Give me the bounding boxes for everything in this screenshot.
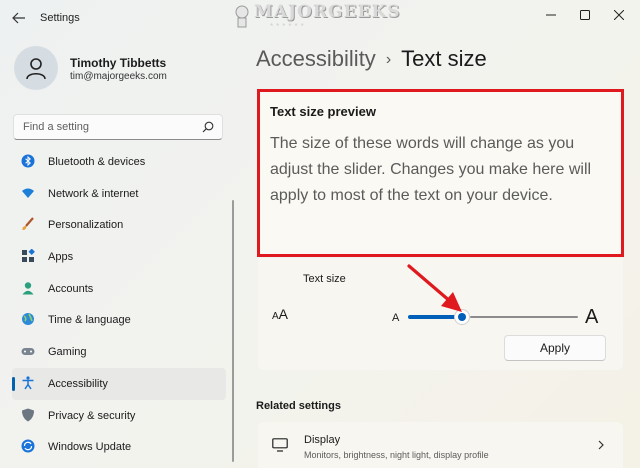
brush-icon (22, 217, 34, 231)
breadcrumb: Accessibility › Text size (256, 46, 487, 72)
sidebar-item-label: Accounts (48, 282, 94, 295)
back-arrow-icon[interactable] (12, 11, 26, 25)
majorgeeks-logo-icon (235, 5, 249, 28)
sidebar-item-label: Personalization (48, 219, 124, 232)
page-title: Text size (401, 46, 487, 71)
text-size-icon-large-a: A (278, 306, 289, 322)
sidebar-item-label: Gaming (48, 346, 87, 359)
sidebar-item-label: Network & internet (48, 187, 139, 200)
slider-track-rest (470, 316, 578, 318)
red-arrow-annotation (407, 264, 462, 312)
sidebar-item-label: Windows Update (48, 441, 132, 454)
wifi-icon (22, 188, 34, 198)
search-icon (202, 121, 214, 133)
sidebar-item-label: Bluetooth & devices (48, 156, 146, 168)
maximize-button[interactable] (571, 5, 599, 25)
breadcrumb-parent[interactable]: Accessibility (256, 46, 376, 71)
sidebar-item-windows-update[interactable]: Windows Update (12, 431, 226, 463)
text-size-icon: AA (272, 306, 288, 322)
watermark-stars: ****** (270, 22, 307, 31)
sidebar-item-accounts[interactable]: Accounts (12, 273, 226, 305)
sidebar-scrollbar[interactable] (232, 200, 234, 462)
sidebar-item-network-internet[interactable]: Network & internet (12, 178, 226, 210)
gamepad-icon (21, 348, 35, 356)
minimize-icon (546, 14, 556, 16)
user-name: Timothy Tibbetts (70, 56, 167, 70)
sidebar-item-time-language[interactable]: Time & language (12, 304, 226, 336)
sidebar-item-accessibility[interactable]: Accessibility (12, 367, 226, 400)
apps-icon (22, 249, 35, 263)
title-bar: Settings MAJORGEEKS ****** (0, 0, 640, 36)
breadcrumb-separator: › (385, 51, 392, 68)
shield-icon (22, 408, 34, 421)
sidebar-item-gaming[interactable]: Gaming (12, 336, 226, 368)
apply-button[interactable]: Apply (504, 335, 606, 361)
sidebar-item-personalization[interactable]: Personalization (12, 209, 226, 241)
update-icon (21, 439, 35, 453)
monitor-icon (272, 438, 288, 452)
person-icon (26, 58, 46, 80)
globe-icon (22, 313, 34, 326)
user-email: tim@majorgeeks.com (70, 71, 167, 82)
accounts-icon (22, 282, 34, 295)
text-size-icon-small-a: A (272, 311, 279, 322)
slider-max-label: A (585, 306, 599, 328)
close-icon (614, 10, 624, 20)
related-settings-heading: Related settings (256, 400, 341, 412)
sidebar-item-bluetooth-devices[interactable]: Bluetooth & devices (12, 146, 226, 178)
sidebar-item-privacy-security[interactable]: Privacy & security (12, 400, 226, 432)
sidebar-item-label: Apps (48, 251, 74, 264)
sidebar-item-apps[interactable]: Apps (12, 241, 226, 273)
red-highlight-box (257, 89, 624, 257)
text-size-label: Text size (303, 273, 346, 285)
sidebar-item-label: Privacy & security (48, 409, 136, 422)
slider-min-label: A (392, 312, 400, 324)
display-subtitle: Monitors, brightness, night light, displ… (304, 450, 489, 460)
avatar (14, 46, 58, 90)
search-placeholder: Find a setting (23, 121, 90, 133)
app-title: Settings (40, 12, 80, 24)
accessibility-icon (22, 376, 34, 390)
search-input[interactable]: Find a setting (13, 114, 223, 140)
display-settings-link[interactable]: Display Monitors, brightness, night ligh… (258, 422, 623, 468)
bluetooth-icon (21, 154, 35, 168)
display-title: Display (304, 434, 341, 446)
majorgeeks-watermark: MAJORGEEKS ****** (232, 0, 399, 38)
sidebar-nav: Bluetooth & devices Network & internet P… (12, 146, 226, 463)
maximize-icon (580, 10, 590, 20)
minimize-button[interactable] (537, 5, 565, 25)
sidebar-item-label: Accessibility (48, 377, 108, 390)
watermark-text: MAJORGEEKS (254, 2, 401, 22)
close-button[interactable] (605, 5, 633, 25)
chevron-right-icon (598, 440, 604, 450)
sidebar-item-label: Time & language (48, 314, 131, 327)
